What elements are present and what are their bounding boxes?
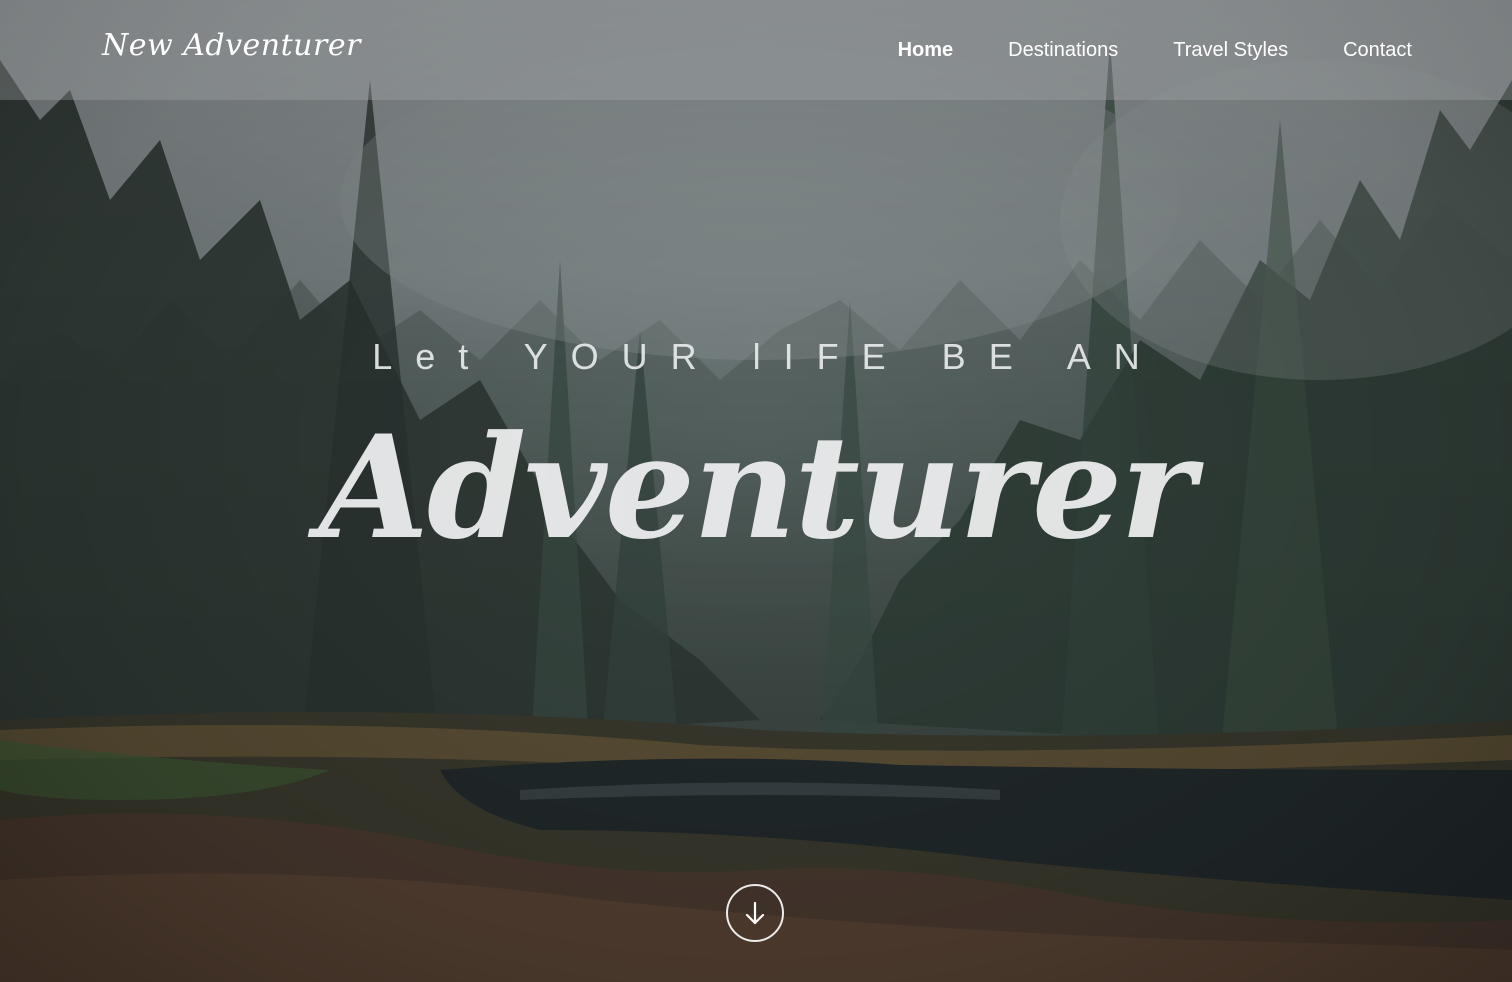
nav-item-travel-styles[interactable]: Travel Styles bbox=[1173, 36, 1288, 64]
hero-tagline: Let YOUR lIFE BE AN bbox=[372, 336, 1163, 377]
site-header: New Adventurer Home Destinations Travel … bbox=[0, 0, 1512, 100]
nav-item-destinations[interactable]: Destinations bbox=[1008, 36, 1118, 64]
site-logo[interactable]: New Adventurer bbox=[102, 28, 361, 63]
scroll-down-button[interactable] bbox=[726, 884, 784, 942]
nav-item-home[interactable]: Home bbox=[898, 36, 954, 64]
main-nav: Home Destinations Travel Styles Contact bbox=[843, 36, 1412, 64]
nav-item-contact[interactable]: Contact bbox=[1343, 36, 1412, 64]
arrow-down-icon bbox=[745, 901, 765, 925]
hero-headline: Adventurer bbox=[318, 405, 1195, 571]
